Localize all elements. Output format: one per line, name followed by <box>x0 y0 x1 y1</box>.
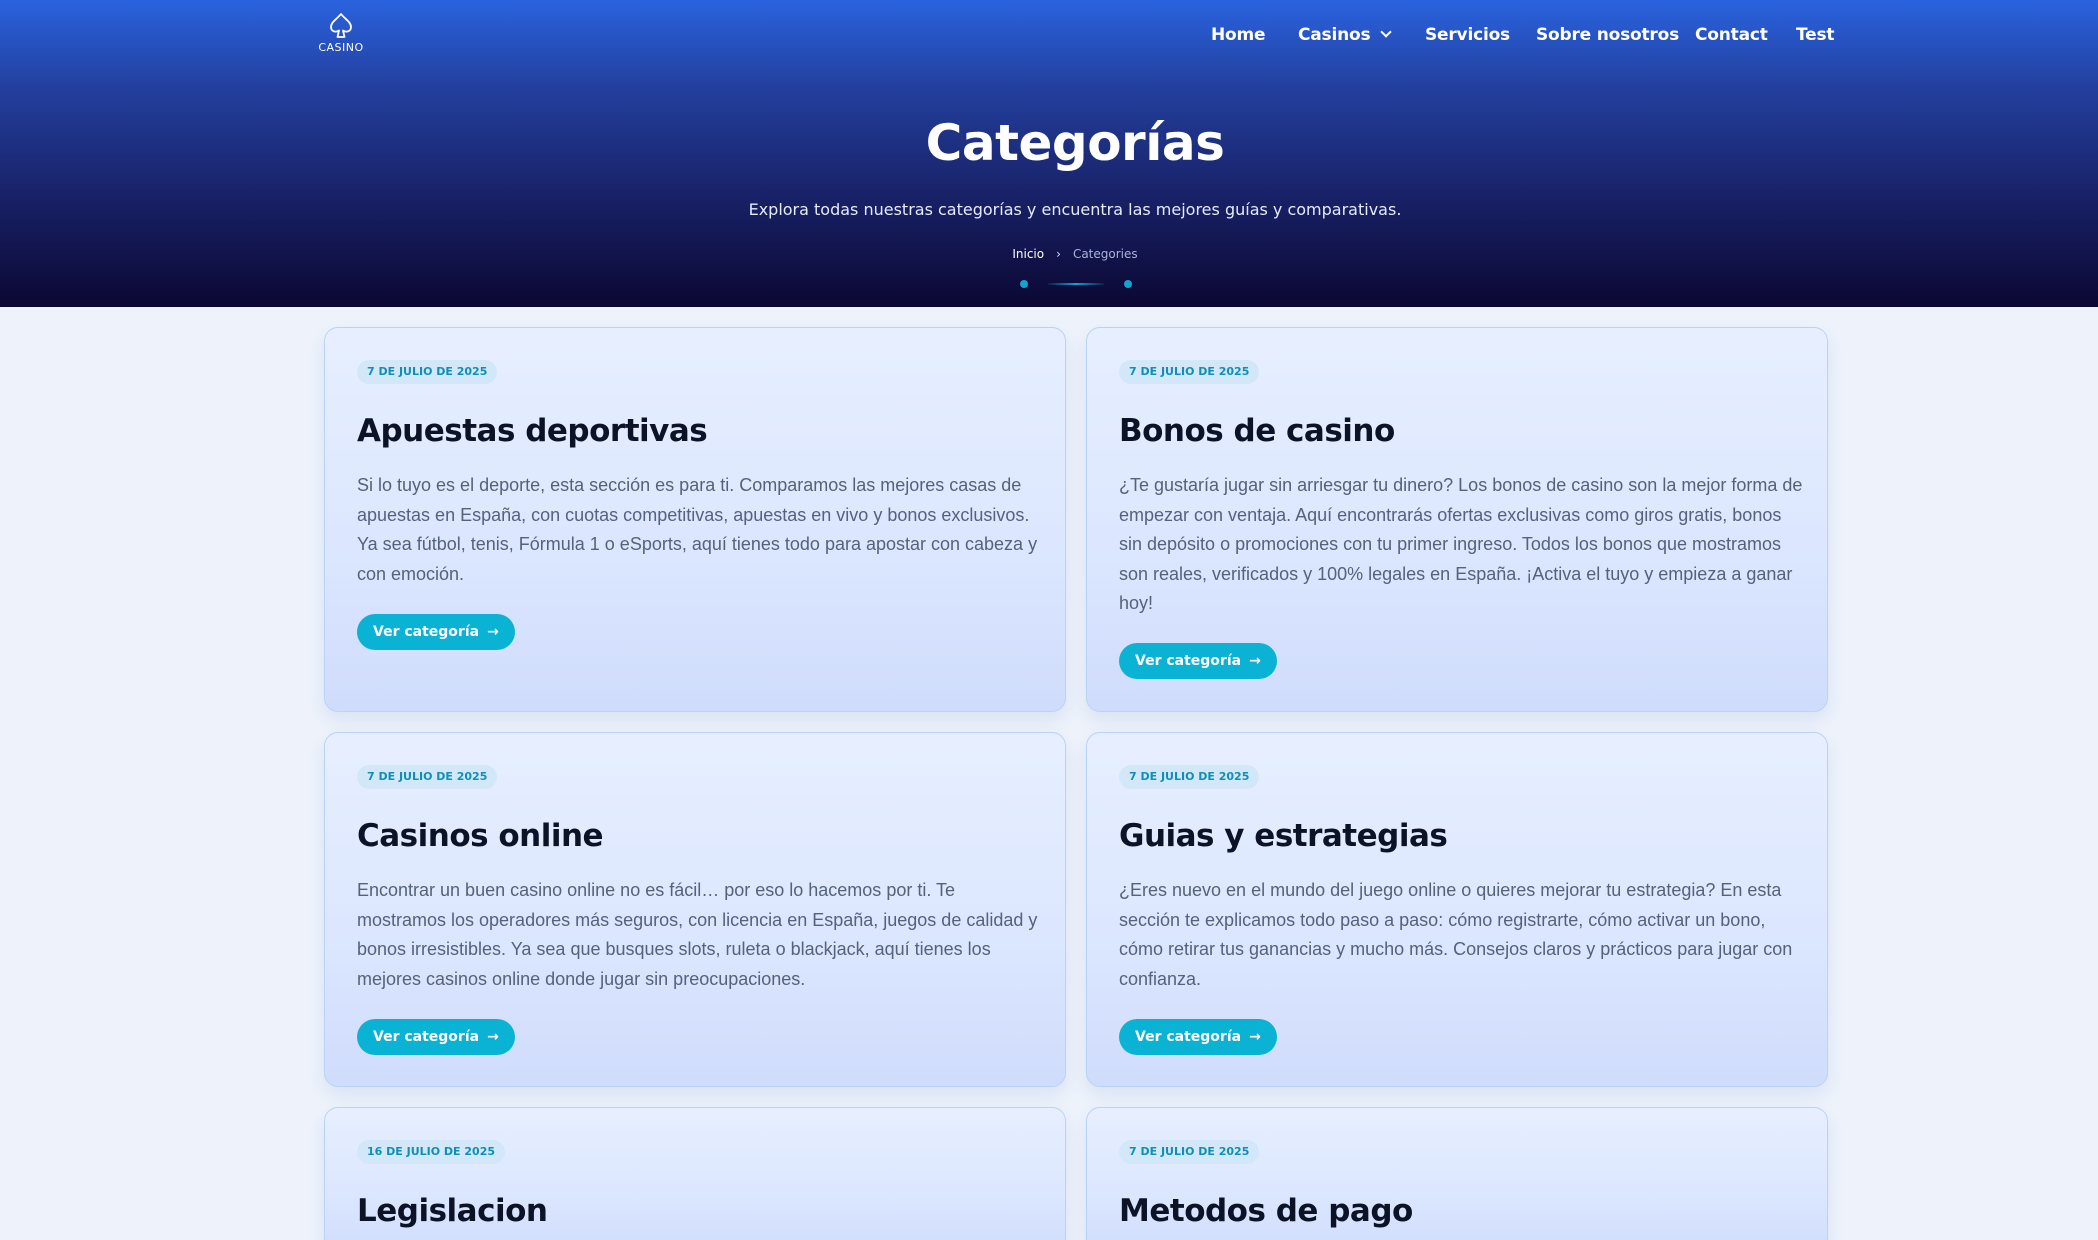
nav-servicios[interactable]: Servicios <box>1425 25 1510 45</box>
breadcrumb: Inicio › Categories <box>0 247 2098 261</box>
nav-test[interactable]: Test <box>1796 25 1835 45</box>
button-label: Ver categoría <box>1135 653 1242 669</box>
nav-casinos[interactable]: Casinos <box>1298 25 1393 45</box>
divider-dot-right <box>1124 280 1132 288</box>
view-category-button[interactable]: Ver categoría → <box>357 1019 515 1055</box>
main-nav: Home Casinos Servicios Sobre nosotros Co… <box>0 0 2098 68</box>
card-title: Apuestas deportivas <box>357 413 708 449</box>
card-title: Casinos online <box>357 818 604 854</box>
page-title: Categorías <box>925 114 1225 172</box>
date-badge: 7 DE JULIO DE 2025 <box>357 360 498 384</box>
page-subtitle: Explora todas nuestras categorías y encu… <box>748 200 1402 219</box>
date-badge: 7 DE JULIO DE 2025 <box>1119 360 1260 384</box>
card-description: ¿Eres nuevo en el mundo del juego online… <box>1119 880 1793 989</box>
card-title: Bonos de casino <box>1119 413 1395 449</box>
view-category-button[interactable]: Ver categoría → <box>357 614 515 650</box>
date-badge: 7 DE JULIO DE 2025 <box>357 765 498 789</box>
chevron-down-icon <box>1380 26 1393 38</box>
card-description: Encontrar un buen casino online no es fá… <box>357 880 1038 989</box>
card-title: Guias y estrategias <box>1119 818 1448 854</box>
card-title: Legislacion <box>357 1193 548 1229</box>
breadcrumb-home[interactable]: Inicio <box>1012 247 1044 261</box>
nav-casinos-label: Casinos <box>1298 25 1371 45</box>
arrow-right-icon: → <box>487 1029 499 1045</box>
arrow-right-icon: → <box>1249 1029 1261 1045</box>
arrow-right-icon: → <box>487 624 499 640</box>
button-label: Ver categoría <box>373 1029 480 1045</box>
hero-divider <box>1020 279 1132 289</box>
divider-line <box>1048 283 1104 285</box>
category-card: 7 DE JULIO DE 2025 Casinos online Encont… <box>324 732 1066 1087</box>
date-badge: 7 DE JULIO DE 2025 <box>1119 1140 1260 1164</box>
breadcrumb-current: Categories <box>1072 247 1138 261</box>
view-category-button[interactable]: Ver categoría → <box>1119 1019 1277 1055</box>
card-description: ¿Te gustaría jugar sin arriesgar tu dine… <box>1119 475 1803 613</box>
category-card: 16 DE JULIO DE 2025 Legislacion <box>324 1107 1066 1240</box>
category-card: 7 DE JULIO DE 2025 Apuestas deportivas S… <box>324 327 1066 712</box>
arrow-right-icon: → <box>1249 653 1261 669</box>
category-card: 7 DE JULIO DE 2025 Metodos de pago <box>1086 1107 1828 1240</box>
card-description: Si lo tuyo es el deporte, esta sección e… <box>357 475 1038 584</box>
divider-dot-left <box>1020 280 1028 288</box>
category-card: 7 DE JULIO DE 2025 Bonos de casino ¿Te g… <box>1086 327 1828 712</box>
button-label: Ver categoría <box>1135 1029 1242 1045</box>
nav-sobre-nosotros[interactable]: Sobre nosotros <box>1536 25 1679 45</box>
card-title: Metodos de pago <box>1119 1193 1413 1229</box>
chevron-right-icon: › <box>1056 247 1061 261</box>
view-category-button[interactable]: Ver categoría → <box>1119 643 1277 679</box>
category-card: 7 DE JULIO DE 2025 Guias y estrategias ¿… <box>1086 732 1828 1087</box>
date-badge: 16 DE JULIO DE 2025 <box>357 1140 506 1164</box>
hero-header: CASINO Home Casinos Servicios Sobre noso… <box>0 0 2098 307</box>
nav-contact[interactable]: Contact <box>1695 25 1768 45</box>
nav-home[interactable]: Home <box>1211 25 1266 45</box>
button-label: Ver categoría <box>373 624 480 640</box>
date-badge: 7 DE JULIO DE 2025 <box>1119 765 1260 789</box>
